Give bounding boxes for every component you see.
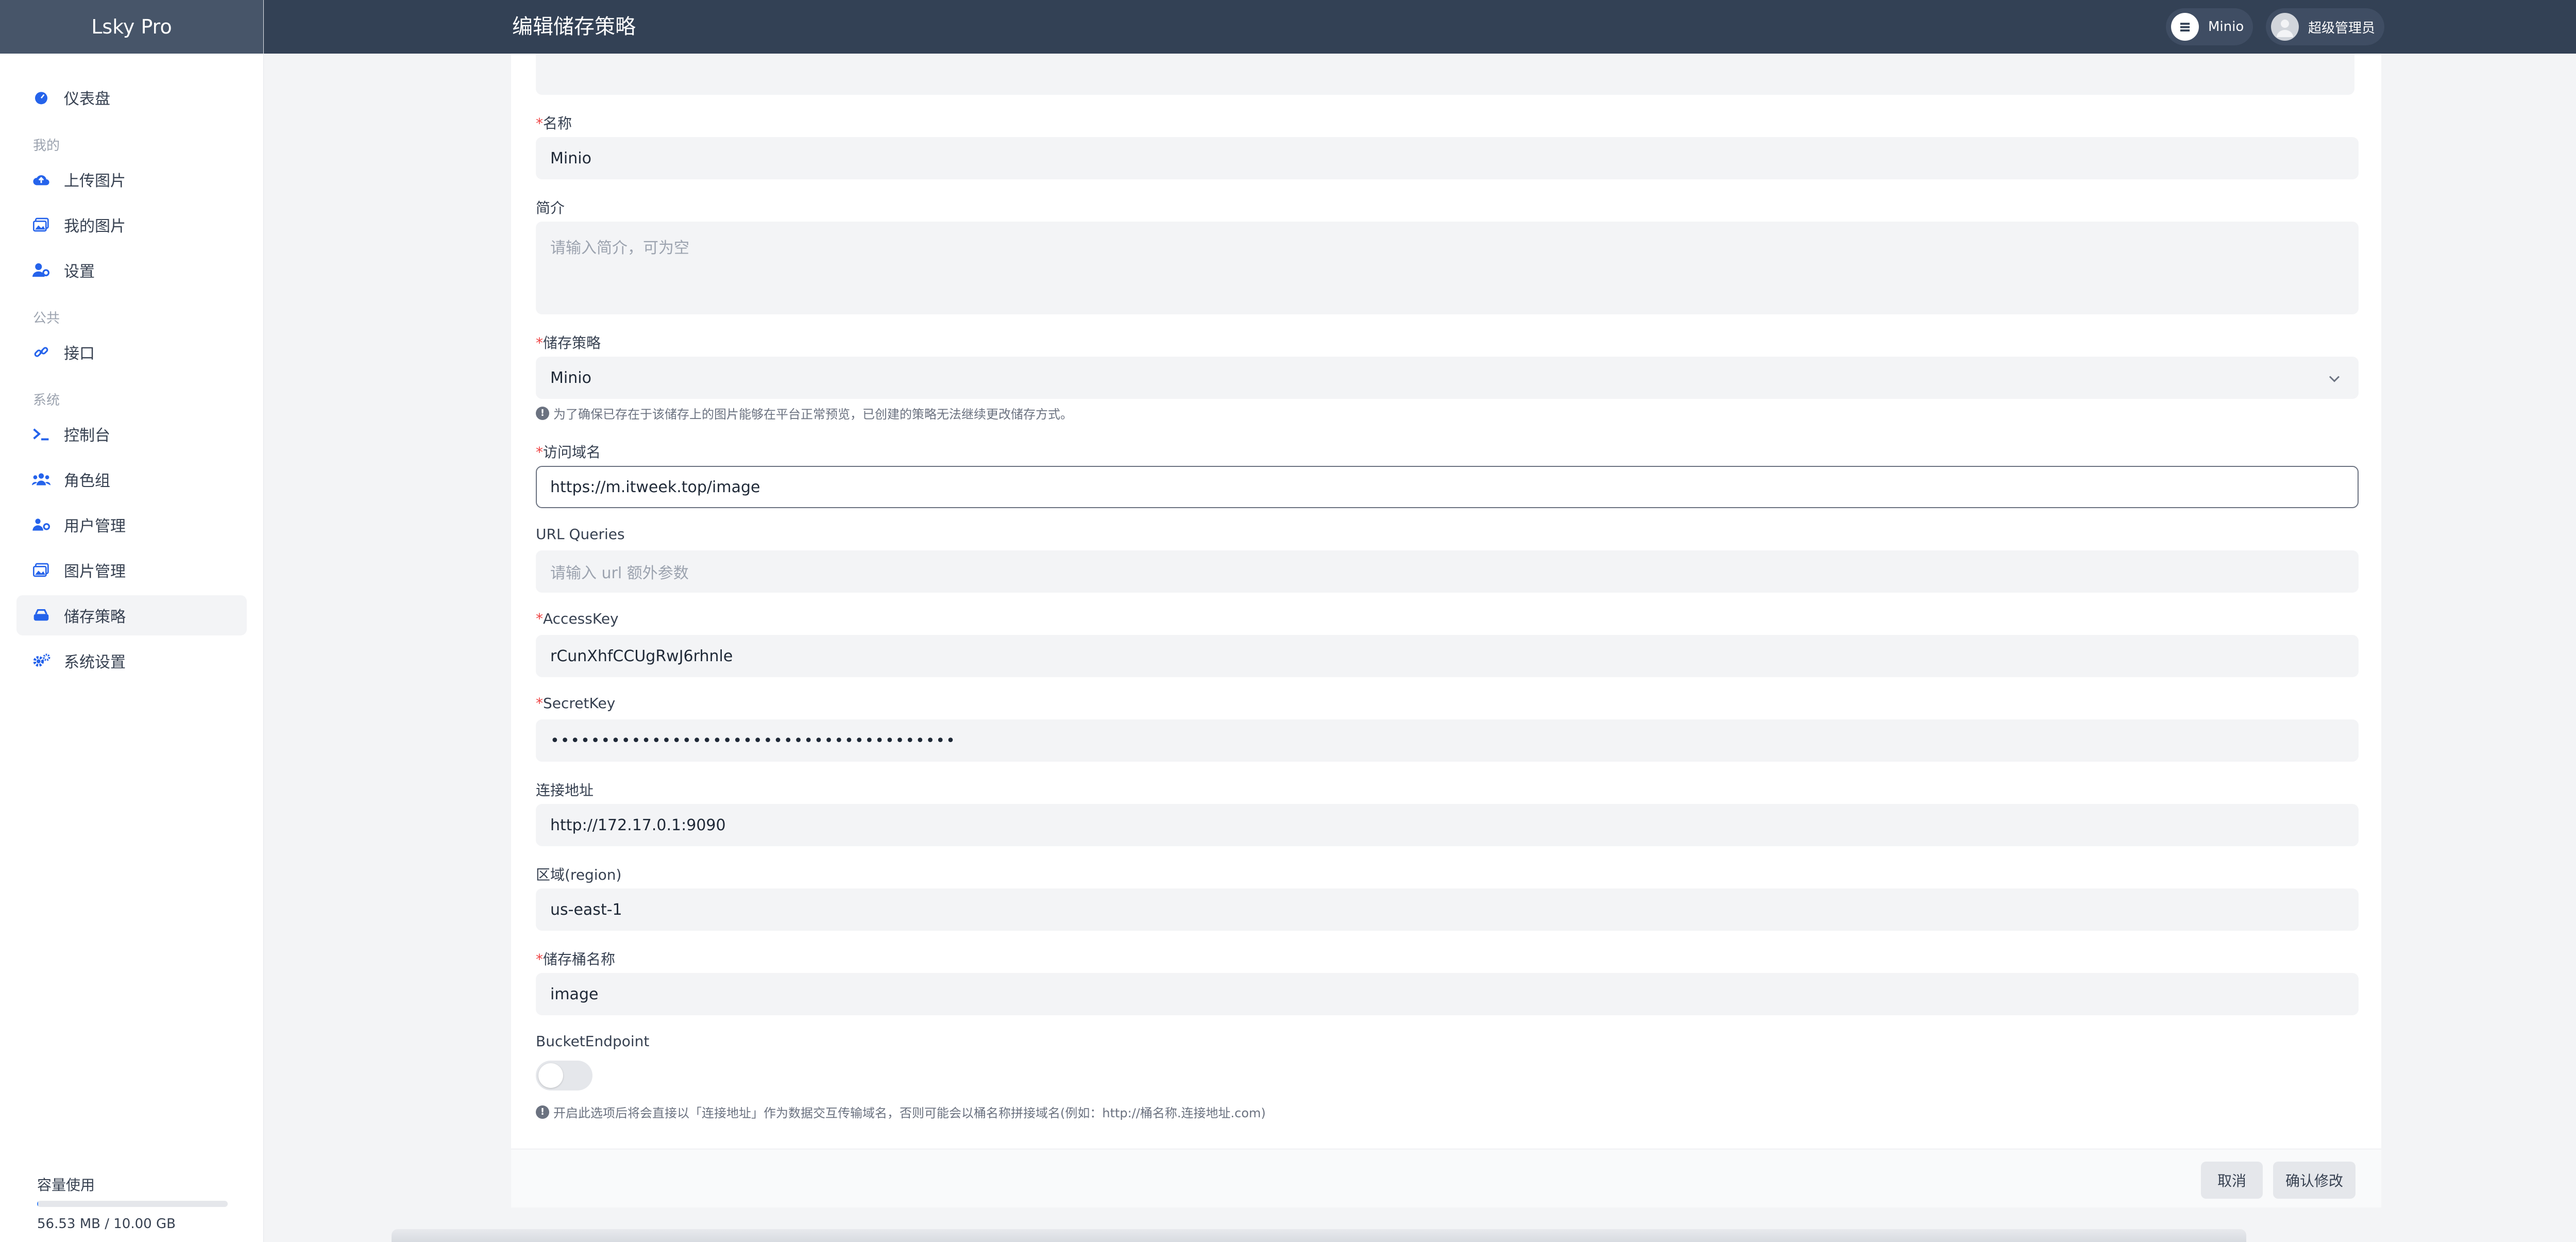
sidebar-item-label: 角色组 bbox=[64, 472, 110, 490]
nav-group-system: 系统 bbox=[33, 393, 60, 408]
sidebar-item-label: 仪表盘 bbox=[64, 90, 110, 108]
form-top-edge bbox=[536, 54, 2354, 95]
sidebar-item-label: 图片管理 bbox=[64, 563, 126, 581]
sidebar-item-label: 控制台 bbox=[64, 427, 110, 445]
usage-label: 容量使用 bbox=[37, 1177, 95, 1194]
url-queries-input[interactable]: 请输入 url 额外参数 bbox=[536, 550, 2359, 593]
sidebar-item-system-settings[interactable]: 系统设置 bbox=[16, 641, 247, 681]
users-cog-icon bbox=[32, 515, 50, 534]
strategy-select-value: Minio bbox=[550, 368, 591, 387]
sidebar-item-label: 设置 bbox=[64, 263, 95, 281]
strategy-label: *储存策略 bbox=[536, 334, 601, 351]
name-label: *名称 bbox=[536, 115, 572, 132]
sidebar-item-my-images[interactable]: 我的图片 bbox=[16, 205, 247, 245]
bucket-input[interactable]: image bbox=[536, 973, 2359, 1015]
sidebar-item-users[interactable]: 用户管理 bbox=[16, 505, 247, 545]
cloud-upload-icon bbox=[32, 170, 50, 189]
intro-label: 简介 bbox=[536, 199, 565, 216]
strategy-switcher-label: Minio bbox=[2208, 19, 2244, 35]
strategy-select[interactable]: Minio bbox=[536, 357, 2359, 399]
usage-text: 56.53 MB / 10.00 GB bbox=[37, 1216, 176, 1232]
name-input[interactable]: Minio bbox=[536, 137, 2359, 179]
users-icon bbox=[32, 470, 50, 489]
storage-usage: 容量使用 56.53 MB / 10.00 GB bbox=[37, 1174, 228, 1232]
strategy-hint-text: 为了确保已存在于该储存上的图片能够在平台正常预览，已创建的策略无法继续更改储存方… bbox=[553, 407, 1073, 422]
form-footer: 取消 确认修改 bbox=[511, 1149, 2381, 1207]
sidebar-item-roles[interactable]: 角色组 bbox=[16, 459, 247, 499]
sidebar-item-strategies[interactable]: 储存策略 bbox=[16, 595, 247, 635]
access-key-input[interactable]: rCunXhfCCUgRwJ6rhnle bbox=[536, 635, 2359, 677]
chevron-down-icon bbox=[2329, 376, 2340, 382]
dashboard-icon bbox=[32, 88, 50, 107]
strategy-hint: ! 为了确保已存在于该储存上的图片能够在平台正常预览，已创建的策略无法继续更改储… bbox=[536, 404, 1073, 422]
terminal-icon bbox=[32, 425, 50, 443]
images-icon bbox=[32, 561, 50, 579]
sidebar-item-label: 用户管理 bbox=[64, 517, 126, 535]
cogs-icon bbox=[32, 651, 50, 670]
confirm-button[interactable]: 确认修改 bbox=[2273, 1162, 2355, 1199]
url-queries-label: URL Queries bbox=[536, 526, 625, 543]
sidebar-item-images[interactable]: 图片管理 bbox=[16, 550, 247, 590]
sidebar-item-upload[interactable]: 上传图片 bbox=[16, 159, 247, 199]
strategy-switcher[interactable]: Minio bbox=[2166, 8, 2253, 45]
sidebar-item-label: 系统设置 bbox=[64, 653, 126, 672]
usage-progress-bar bbox=[37, 1201, 228, 1207]
toggle-knob bbox=[538, 1063, 563, 1088]
database-icon bbox=[32, 606, 50, 625]
endpoint-input[interactable]: http://172.17.0.1:9090 bbox=[536, 804, 2359, 846]
page-title: 编辑储存策略 bbox=[512, 15, 636, 39]
nav-group-public: 公共 bbox=[33, 311, 60, 326]
background-panel-edge bbox=[392, 1229, 2246, 1242]
sidebar-item-settings[interactable]: 设置 bbox=[16, 250, 247, 290]
topbar: 编辑储存策略 Minio 超级管理员 bbox=[264, 0, 2576, 54]
cancel-button[interactable]: 取消 bbox=[2201, 1162, 2263, 1199]
bucket-endpoint-hint-text: 开启此选项后将会直接以「连接地址」作为数据交互传输域名，否则可能会以桶名称拼接域… bbox=[553, 1106, 1266, 1120]
sidebar-item-console[interactable]: 控制台 bbox=[16, 414, 247, 454]
sidebar-item-dashboard[interactable]: 仪表盘 bbox=[16, 77, 247, 118]
images-icon bbox=[32, 215, 50, 234]
avatar bbox=[2271, 13, 2299, 41]
bucket-label: *储存桶名称 bbox=[536, 951, 616, 968]
sidebar-item-label: 接口 bbox=[64, 345, 95, 363]
domain-input[interactable]: https://m.itweek.top/image bbox=[536, 466, 2359, 508]
bucket-endpoint-toggle[interactable] bbox=[536, 1061, 592, 1090]
usage-progress-fill bbox=[37, 1201, 39, 1207]
brand-logo[interactable]: Lsky Pro bbox=[0, 0, 263, 54]
sidebar-item-api[interactable]: 接口 bbox=[16, 332, 247, 372]
sidebar: Lsky Pro 仪表盘 我的 上传图片 我的图片 设置 公共 接口 系统 控制… bbox=[0, 0, 264, 1242]
sidebar-item-label: 上传图片 bbox=[64, 172, 126, 190]
secret-key-input[interactable]: •••••••••••••••••••••••••••••••••••••••• bbox=[536, 719, 2359, 762]
user-cog-icon bbox=[32, 261, 50, 279]
sidebar-item-label: 储存策略 bbox=[64, 608, 126, 626]
sidebar-nav: 仪表盘 我的 上传图片 我的图片 设置 公共 接口 系统 控制台 角色组 用户管… bbox=[0, 54, 263, 681]
info-icon: ! bbox=[536, 1105, 549, 1119]
endpoint-label: 连接地址 bbox=[536, 782, 594, 799]
secret-key-label: *SecretKey bbox=[536, 695, 616, 712]
nav-group-mine: 我的 bbox=[33, 138, 60, 154]
user-menu-label: 超级管理员 bbox=[2308, 20, 2376, 36]
link-icon bbox=[32, 343, 50, 361]
info-icon: ! bbox=[536, 406, 549, 420]
menu-icon bbox=[2171, 13, 2199, 41]
access-key-label: *AccessKey bbox=[536, 610, 619, 627]
sidebar-item-label: 我的图片 bbox=[64, 217, 126, 236]
domain-label: *访问域名 bbox=[536, 444, 601, 461]
user-menu[interactable]: 超级管理员 bbox=[2266, 8, 2385, 45]
bucket-endpoint-label: BucketEndpoint bbox=[536, 1033, 650, 1050]
region-input[interactable]: us-east-1 bbox=[536, 888, 2359, 931]
edit-strategy-form: *名称 Minio 简介 请输入简介，可为空 *储存策略 Minio ! 为了确… bbox=[511, 54, 2381, 1149]
bucket-endpoint-hint: ! 开启此选项后将会直接以「连接地址」作为数据交互传输域名，否则可能会以桶名称拼… bbox=[536, 1103, 1266, 1121]
intro-textarea[interactable]: 请输入简介，可为空 bbox=[536, 222, 2359, 314]
region-label: 区域(region) bbox=[536, 866, 622, 883]
